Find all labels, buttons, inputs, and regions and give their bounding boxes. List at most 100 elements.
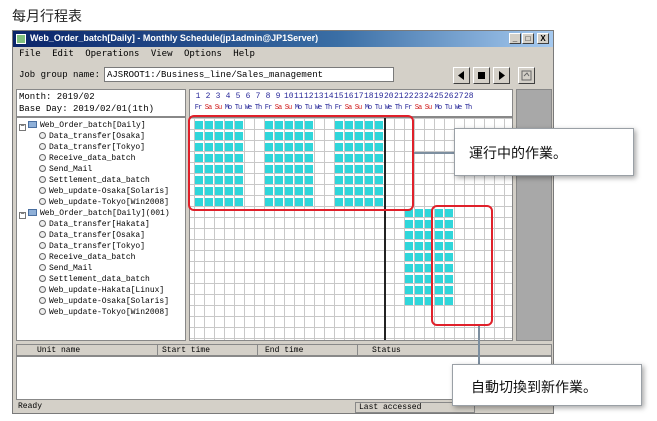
day-weekday: We xyxy=(244,104,252,112)
unit-tree: − Web_Order_batch[Daily] Data_transfer[Osa… xyxy=(16,117,186,341)
tree-job-item[interactable]: Send_Mail xyxy=(39,263,92,274)
collapse-icon[interactable]: − xyxy=(19,124,26,131)
tree-job-item[interactable]: Send_Mail xyxy=(39,164,92,175)
day-weekday: Sa xyxy=(414,104,422,112)
tree-job-item[interactable]: Settlement_data_batch xyxy=(39,175,150,186)
day-weekday: Th xyxy=(324,104,332,112)
col-status[interactable]: Status xyxy=(372,346,401,355)
tree-group-item[interactable]: − Web_Order_batch[Daily](001) xyxy=(19,208,170,219)
scheduled-cell-new[interactable] xyxy=(415,275,423,283)
scheduled-cell-new[interactable] xyxy=(415,297,423,305)
running-jobs-highlight xyxy=(188,115,414,211)
day-weekday: We xyxy=(314,104,322,112)
jobnet-icon xyxy=(28,121,37,128)
tree-group-item[interactable]: − Web_Order_batch[Daily] xyxy=(19,120,146,131)
scheduled-cell-new[interactable] xyxy=(415,231,423,239)
scheduled-cell-new[interactable] xyxy=(405,242,413,250)
day-number: 20 xyxy=(384,92,394,101)
tree-item-label: Data_transfer[Tokyo] xyxy=(49,242,146,251)
tree-job-item[interactable]: Data_transfer[Tokyo] xyxy=(39,241,145,252)
day-number: 28 xyxy=(464,92,474,101)
menu-view[interactable]: View xyxy=(151,49,173,59)
next-month-button[interactable] xyxy=(493,67,510,84)
tree-item-label: Data_transfer[Osaka] xyxy=(49,231,146,240)
day-number: 19 xyxy=(374,92,384,101)
job-icon xyxy=(39,308,46,315)
prev-month-button[interactable] xyxy=(453,67,470,84)
tree-job-item[interactable]: Settlement_data_batch xyxy=(39,274,150,285)
collapse-icon[interactable]: − xyxy=(19,212,26,219)
scheduled-cell-new[interactable] xyxy=(405,231,413,239)
tree-item-label: Data_transfer[Tokyo] xyxy=(49,143,146,152)
job-icon xyxy=(39,143,46,150)
menu-edit[interactable]: Edit xyxy=(52,49,74,59)
scheduled-cell-new[interactable] xyxy=(415,253,423,261)
callout-running: 運行中的作業。 xyxy=(454,128,634,176)
month-label: Month: 2019/02 xyxy=(19,92,95,102)
scheduled-cell-new[interactable] xyxy=(415,209,423,217)
new-jobs-highlight xyxy=(431,205,493,326)
scheduled-cell-new[interactable] xyxy=(405,220,413,228)
job-icon xyxy=(39,242,46,249)
day-number: 23 xyxy=(414,92,424,101)
menu-operations[interactable]: Operations xyxy=(85,49,139,59)
day-weekday: Th xyxy=(394,104,402,112)
scheduled-cell-new[interactable] xyxy=(405,297,413,305)
stop-button[interactable] xyxy=(473,67,490,84)
job-group-field[interactable]: AJSROOT1:/Business_line/Sales_management xyxy=(104,67,394,82)
maximize-button[interactable]: □ xyxy=(522,33,534,44)
day-number: 11 xyxy=(294,92,304,101)
tree-job-item[interactable]: Web_update-Osaka[Solaris] xyxy=(39,186,169,197)
menu-options[interactable]: Options xyxy=(184,49,222,59)
scheduled-cell-new[interactable] xyxy=(405,264,413,272)
tree-job-item[interactable]: Web_update-Osaka[Solaris] xyxy=(39,296,169,307)
scheduled-cell-new[interactable] xyxy=(415,242,423,250)
day-weekday: Fr xyxy=(194,104,202,112)
tree-job-item[interactable]: Web_update-Hakata[Linux] xyxy=(39,285,164,296)
day-number: 26 xyxy=(444,92,454,101)
col-start-time[interactable]: Start time xyxy=(162,346,210,355)
close-button[interactable]: X xyxy=(537,33,549,44)
day-number: 8 xyxy=(265,92,271,101)
title-bar[interactable]: Web_Order_batch[Daily] - Monthly Schedul… xyxy=(13,31,553,47)
job-icon xyxy=(39,165,46,172)
day-weekday: Mo xyxy=(364,104,372,112)
tree-job-item[interactable]: Web_update-Tokyo[Win2008] xyxy=(39,307,169,318)
col-end-time[interactable]: End time xyxy=(265,346,303,355)
unit-list-header: Unit name Start time End time Status xyxy=(16,344,552,356)
day-number: 1 xyxy=(195,92,201,101)
refresh-button[interactable] xyxy=(518,67,535,84)
connector-new xyxy=(478,326,480,364)
minimize-button[interactable]: _ xyxy=(509,33,521,44)
right-scroll-area[interactable] xyxy=(516,89,552,341)
tree-job-item[interactable]: Web_update-Tokyo[Win2008] xyxy=(39,197,169,208)
day-weekday: Tu xyxy=(304,104,312,112)
day-weekday: Tu xyxy=(444,104,452,112)
day-number: 6 xyxy=(245,92,251,101)
tree-job-item[interactable]: Data_transfer[Osaka] xyxy=(39,230,145,241)
menu-file[interactable]: File xyxy=(19,49,41,59)
refresh-icon xyxy=(521,70,532,81)
col-unit-name[interactable]: Unit name xyxy=(37,346,80,355)
tree-item-label: Data_transfer[Hakata] xyxy=(49,220,150,229)
scheduled-cell-new[interactable] xyxy=(415,220,423,228)
tree-job-item[interactable]: Receive_data_batch xyxy=(39,153,135,164)
tree-job-item[interactable]: Data_transfer[Tokyo] xyxy=(39,142,145,153)
scheduled-cell-new[interactable] xyxy=(405,253,413,261)
tree-item-label: Web_Order_batch[Daily](001) xyxy=(40,209,170,218)
tree-item-label: Data_transfer[Osaka] xyxy=(49,132,146,141)
scheduled-cell-new[interactable] xyxy=(415,264,423,272)
scheduled-cell-new[interactable] xyxy=(405,286,413,294)
day-weekday: Sa xyxy=(344,104,352,112)
day-weekday: Fr xyxy=(264,104,272,112)
status-ready: Ready xyxy=(18,402,43,411)
job-group-label: Job group name: xyxy=(19,70,101,80)
scheduled-cell-new[interactable] xyxy=(415,286,423,294)
tree-item-label: Receive_data_batch xyxy=(49,154,136,163)
scheduled-cell-new[interactable] xyxy=(405,275,413,283)
tree-job-item[interactable]: Receive_data_batch xyxy=(39,252,135,263)
menu-help[interactable]: Help xyxy=(233,49,255,59)
tree-job-item[interactable]: Data_transfer[Osaka] xyxy=(39,131,145,142)
tree-job-item[interactable]: Data_transfer[Hakata] xyxy=(39,219,150,230)
job-icon xyxy=(39,176,46,183)
